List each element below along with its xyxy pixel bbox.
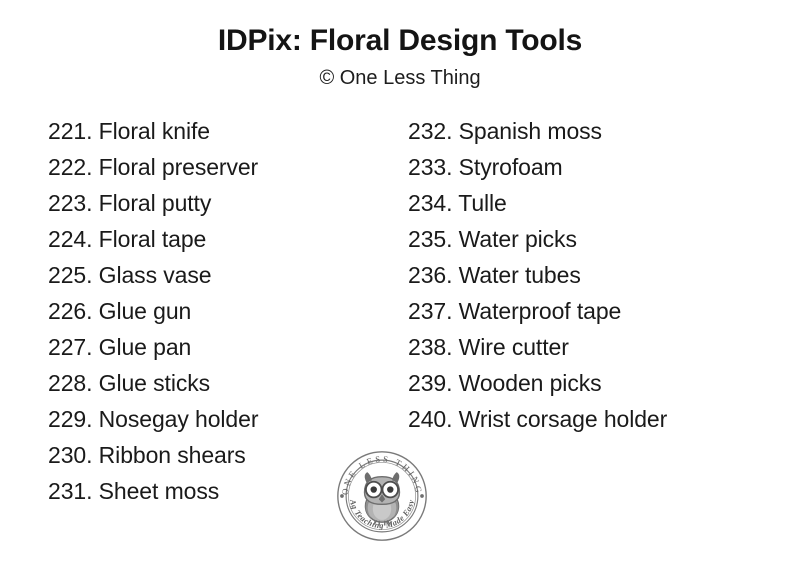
list-item: 237. Waterproof tape — [408, 293, 800, 329]
item-number: 227. — [48, 334, 93, 360]
item-number: 223. — [48, 190, 93, 216]
item-number: 222. — [48, 154, 93, 180]
item-label: Sheet moss — [98, 478, 220, 504]
item-label: Waterproof tape — [458, 298, 622, 324]
item-label: Floral knife — [98, 118, 210, 144]
list-item: 235. Water picks — [408, 221, 800, 257]
item-label: Wooden picks — [458, 370, 602, 396]
list-item: 232. Spanish moss — [408, 113, 800, 149]
list-item: 239. Wooden picks — [408, 365, 800, 401]
list-item: 234. Tulle — [408, 185, 800, 221]
item-number: 221. — [48, 118, 93, 144]
list-item: 225. Glass vase — [48, 257, 380, 293]
owl-badge-icon: ONE LESS THING Ag Teaching Made Easy — [337, 451, 427, 541]
logo-dot-right — [420, 494, 424, 498]
item-label: Floral putty — [98, 190, 212, 216]
list-item: 238. Wire cutter — [408, 329, 800, 365]
item-number: 231. — [48, 478, 93, 504]
list-item: 222. Floral preserver — [48, 149, 380, 185]
list-item: 224. Floral tape — [48, 221, 380, 257]
item-label: Glass vase — [98, 262, 212, 288]
item-label: Glue gun — [98, 298, 192, 324]
item-number: 236. — [408, 262, 453, 288]
list-item: 229. Nosegay holder — [48, 401, 380, 437]
item-label: Ribbon shears — [98, 442, 246, 468]
item-label: Nosegay holder — [98, 406, 259, 432]
item-number: 228. — [48, 370, 93, 396]
item-number: 238. — [408, 334, 453, 360]
item-label: Glue sticks — [98, 370, 211, 396]
item-number: 234. — [408, 190, 453, 216]
list-item: 227. Glue pan — [48, 329, 380, 365]
item-number: 226. — [48, 298, 93, 324]
item-label: Water picks — [458, 226, 577, 252]
list-item: 230. Ribbon shears — [48, 437, 380, 473]
term-column-left: 221. Floral knife 222. Floral preserver … — [0, 113, 380, 509]
item-label: Wrist corsage holder — [458, 406, 668, 432]
item-number: 224. — [48, 226, 93, 252]
term-column-right: 232. Spanish moss 233. Styrofoam 234. Tu… — [380, 113, 800, 437]
item-number: 233. — [408, 154, 453, 180]
list-item: 233. Styrofoam — [408, 149, 800, 185]
item-label: Tulle — [458, 190, 507, 216]
list-item: 228. Glue sticks — [48, 365, 380, 401]
list-item: 240. Wrist corsage holder — [408, 401, 800, 437]
item-label: Spanish moss — [458, 118, 602, 144]
page-header: IDPix: Floral Design Tools © One Less Th… — [0, 0, 800, 90]
item-number: 225. — [48, 262, 93, 288]
item-number: 232. — [408, 118, 453, 144]
item-label: Floral preserver — [98, 154, 259, 180]
item-number: 235. — [408, 226, 453, 252]
term-list-right: 232. Spanish moss 233. Styrofoam 234. Tu… — [408, 113, 800, 437]
item-number: 237. — [408, 298, 453, 324]
list-item: 236. Water tubes — [408, 257, 800, 293]
page-title: IDPix: Floral Design Tools — [217, 24, 583, 57]
list-item: 223. Floral putty — [48, 185, 380, 221]
item-label: Glue pan — [98, 334, 192, 360]
one-less-thing-logo: ONE LESS THING Ag Teaching Made Easy — [336, 450, 428, 542]
logo-dot-left — [340, 494, 344, 498]
item-number: 229. — [48, 406, 93, 432]
list-item: 231. Sheet moss — [48, 473, 380, 509]
item-label: Wire cutter — [458, 334, 569, 360]
term-list-left: 221. Floral knife 222. Floral preserver … — [48, 113, 380, 509]
item-label: Water tubes — [458, 262, 581, 288]
item-label: Styrofoam — [458, 154, 563, 180]
list-item: 226. Glue gun — [48, 293, 380, 329]
list-item: 221. Floral knife — [48, 113, 380, 149]
item-label: Floral tape — [98, 226, 207, 252]
owl-figure — [363, 472, 401, 526]
item-number: 230. — [48, 442, 93, 468]
page-subtitle: © One Less Thing — [319, 66, 481, 89]
item-number: 239. — [408, 370, 453, 396]
worksheet-page: IDPix: Floral Design Tools © One Less Th… — [0, 0, 800, 581]
item-number: 240. — [408, 406, 453, 432]
